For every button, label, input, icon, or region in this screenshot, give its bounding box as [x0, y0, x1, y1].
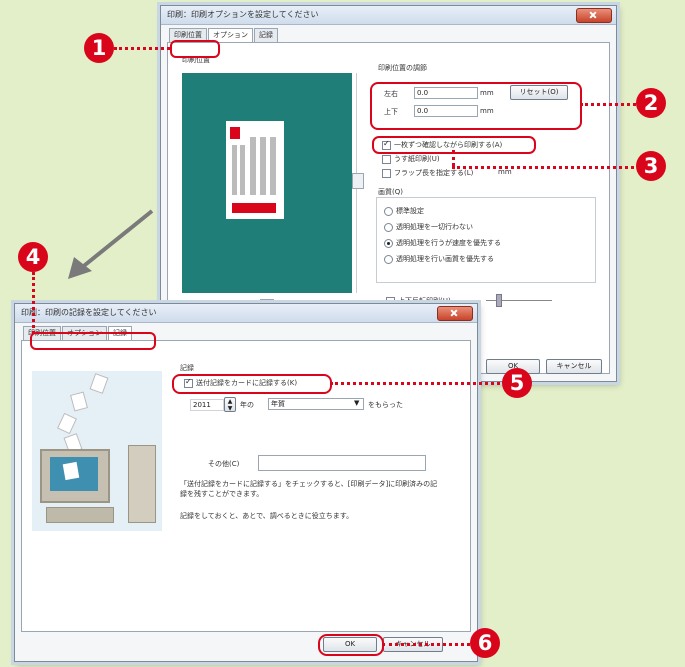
- quality-radio-quality[interactable]: [384, 255, 393, 264]
- close-icon[interactable]: [576, 8, 612, 23]
- callout-4-leader: [32, 272, 35, 334]
- callout-6: 6: [470, 628, 500, 658]
- preview-scroll-thumb[interactable]: [352, 173, 364, 189]
- callout-3-leader: [452, 166, 634, 169]
- callout-3-leader-vertical: [452, 150, 455, 166]
- tab-record[interactable]: 記録: [254, 28, 278, 42]
- print-record-dialog: 印刷：印刷の記録を設定してください 印刷位置 オプション 記録 記録 送付記録を…: [14, 303, 478, 662]
- year-spinner[interactable]: ▲ ▼: [224, 397, 236, 412]
- callout-4: 4: [18, 242, 48, 272]
- callout-6-highlight: [318, 634, 384, 656]
- postcard-preview: [226, 121, 284, 219]
- memo-label: その他(C): [208, 460, 240, 468]
- quality-option-quality[interactable]: 透明処理を行い画質を優先する: [396, 254, 494, 264]
- quality-radio-standard[interactable]: [384, 207, 393, 216]
- quality-radio-speed[interactable]: [384, 239, 393, 248]
- thin-paper-checkbox[interactable]: [382, 155, 391, 164]
- back-cancel-button[interactable]: キャンセル: [546, 359, 602, 374]
- quality-option-standard[interactable]: 標準設定: [396, 206, 424, 216]
- callout-3: 3: [636, 151, 666, 181]
- help-text-2: 記録をしておくと、あとで、調べるときに役立ちます。: [180, 512, 354, 520]
- computer-tower-icon: [128, 445, 156, 523]
- quality-option-speed[interactable]: 透明処理を行うが速度を優先する: [396, 238, 501, 248]
- flap-label[interactable]: フラップ長を指定する(L): [394, 168, 473, 178]
- close-icon[interactable]: [437, 306, 473, 321]
- print-preview: [182, 73, 352, 293]
- callout-4-highlight: [30, 332, 156, 350]
- quality-option-no-transparency[interactable]: 透明処理を一切行わない: [396, 222, 473, 232]
- quality-radio-no-transparency[interactable]: [384, 223, 393, 232]
- record-group-label: 記録: [180, 364, 194, 372]
- callout-1-highlight: [170, 40, 220, 58]
- callout-1: 1: [84, 33, 114, 63]
- callout-5-highlight: [172, 374, 332, 394]
- help-text-1: 「送付記録をカードに記録する」をチェックすると、[印刷データ]に印刷済みの記録を…: [180, 480, 438, 498]
- callout-6-leader: [382, 643, 470, 646]
- quality-label: 画質(Q): [378, 188, 403, 196]
- density-slider-thumb[interactable]: [496, 294, 502, 307]
- dialog-title: 印刷：印刷オプションを設定してください: [161, 6, 616, 25]
- callout-5-leader: [330, 382, 500, 385]
- period-select[interactable]: 年賀: [268, 398, 364, 410]
- offset-group-label: 印刷位置の調節: [378, 64, 427, 72]
- callout-5: 5: [502, 368, 532, 398]
- flap-unit: mm: [498, 168, 512, 176]
- flap-checkbox[interactable]: [382, 169, 391, 178]
- arrow-icon: [68, 209, 154, 279]
- callout-2-leader: [580, 103, 636, 106]
- chevron-down-icon[interactable]: ▼: [354, 399, 359, 407]
- callout-2-highlight: [370, 82, 582, 130]
- dialog-title: 印刷：印刷の記録を設定してください: [15, 304, 477, 323]
- memo-input[interactable]: [258, 455, 426, 471]
- callout-1-leader: [114, 47, 170, 50]
- year-input[interactable]: 2011: [190, 399, 224, 411]
- period-suffix: をもらった: [368, 401, 403, 409]
- callout-2: 2: [636, 88, 666, 118]
- keyboard-icon: [46, 507, 114, 523]
- monitor-icon: [40, 449, 110, 503]
- year-suffix: 年の: [240, 401, 254, 409]
- thin-paper-label[interactable]: うす紙印刷(U): [394, 154, 440, 164]
- record-illustration: [32, 371, 162, 531]
